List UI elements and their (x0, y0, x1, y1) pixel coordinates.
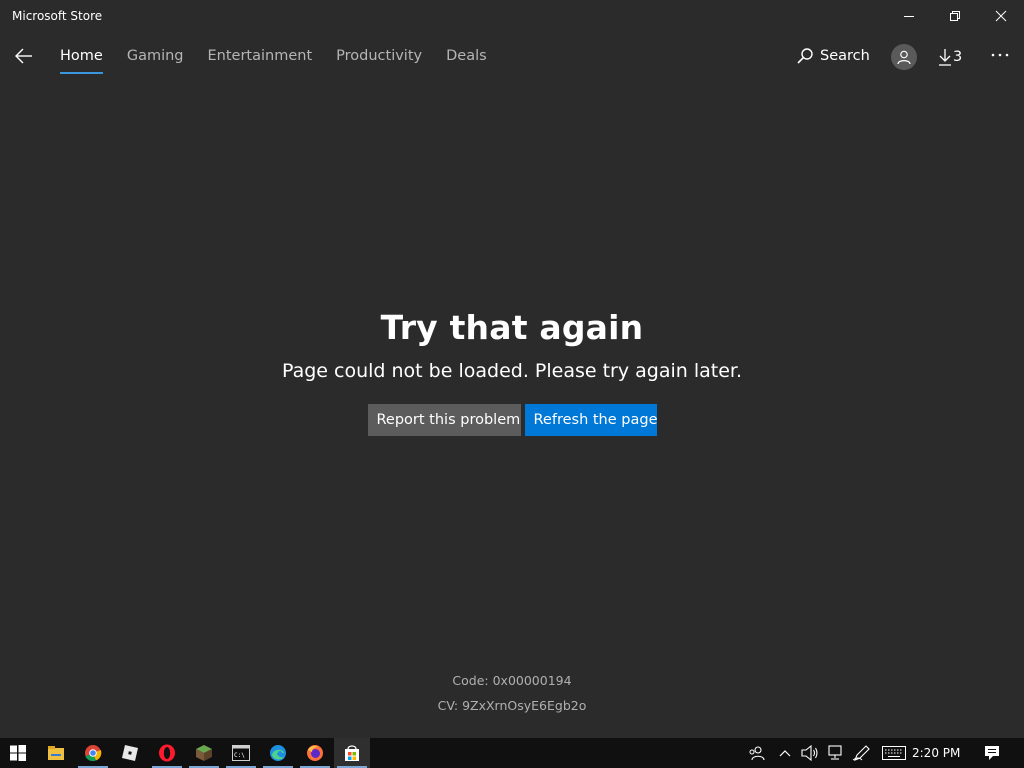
show-hidden-icons-button[interactable] (776, 738, 794, 768)
notification-icon (985, 746, 999, 760)
taskbar-microsoft-store[interactable] (334, 738, 370, 768)
roblox-icon (122, 745, 138, 761)
store-icon (345, 745, 359, 761)
pen-icon (852, 745, 870, 761)
search-label: Search (820, 48, 870, 64)
title-bar: Microsoft Store (0, 0, 1024, 32)
touch-keyboard-button[interactable] (880, 738, 908, 768)
taskbar-minecraft[interactable] (186, 738, 222, 768)
search-icon (797, 48, 813, 64)
windows-logo-icon (10, 745, 26, 761)
back-button[interactable] (8, 38, 40, 74)
more-options-icon (991, 53, 1009, 57)
pen-workspace-button[interactable] (850, 738, 872, 768)
taskbar-opera[interactable] (149, 738, 185, 768)
close-icon (995, 10, 1007, 22)
people-button[interactable] (746, 738, 768, 768)
downloads-count: 3 (953, 49, 963, 65)
chrome-icon (85, 745, 102, 762)
tab-gaming[interactable]: Gaming (127, 32, 184, 80)
downloads-button[interactable]: 3 (938, 44, 962, 70)
window-title: Microsoft Store (12, 9, 103, 23)
minecraft-icon (196, 745, 212, 761)
back-arrow-icon (15, 48, 32, 64)
more-options-button[interactable] (986, 42, 1014, 68)
download-icon (939, 49, 951, 66)
taskbar: C:\ 2:20 PM (0, 738, 1024, 768)
tab-entertainment[interactable]: Entertainment (208, 32, 313, 80)
user-icon (897, 50, 911, 65)
start-button[interactable] (0, 738, 36, 768)
tab-home[interactable]: Home (60, 32, 103, 80)
error-message: Page could not be loaded. Please try aga… (281, 360, 743, 382)
network-icon (828, 745, 842, 760)
taskbar-command-prompt[interactable]: C:\ (223, 738, 259, 768)
edge-icon (270, 745, 286, 761)
nav-tabs: Home Gaming Entertainment Productivity D… (60, 32, 511, 80)
minimize-button[interactable] (886, 0, 932, 32)
opera-icon (159, 744, 175, 762)
refresh-page-button[interactable]: Refresh the page (524, 404, 658, 436)
correlation-vector: CV: 9ZxXrnOsyE6Egb2o (437, 698, 587, 713)
network-button[interactable] (824, 738, 846, 768)
minimize-icon (904, 16, 914, 17)
people-icon (749, 746, 765, 761)
action-center-button[interactable] (980, 738, 1004, 768)
taskbar-firefox[interactable] (297, 738, 333, 768)
taskbar-clock[interactable]: 2:20 PM (912, 738, 960, 768)
keyboard-icon (882, 746, 906, 760)
restore-icon (950, 11, 960, 21)
error-code: Code: 0x00000194 (452, 673, 572, 688)
error-title: Try that again (380, 308, 644, 347)
navigation-bar: Home Gaming Entertainment Productivity D… (0, 32, 1024, 80)
taskbar-chrome[interactable] (75, 738, 111, 768)
taskbar-edge[interactable] (260, 738, 296, 768)
taskbar-roblox[interactable] (112, 738, 148, 768)
search-button[interactable]: Search (796, 40, 870, 72)
firefox-icon (307, 745, 323, 761)
command-prompt-icon: C:\ (232, 745, 250, 761)
chevron-up-icon (779, 750, 791, 757)
svg-text:C:\: C:\ (234, 752, 245, 759)
volume-button[interactable] (800, 738, 820, 768)
tab-deals[interactable]: Deals (446, 32, 487, 80)
volume-icon (801, 745, 818, 761)
error-actions: Report this problem Refresh the page (0, 404, 1024, 436)
close-button[interactable] (978, 0, 1024, 32)
account-button[interactable] (891, 44, 917, 70)
taskbar-file-explorer[interactable] (38, 738, 74, 768)
report-problem-button[interactable]: Report this problem (367, 404, 521, 436)
file-explorer-icon (48, 746, 64, 760)
restore-button[interactable] (932, 0, 978, 32)
tab-productivity[interactable]: Productivity (336, 32, 422, 80)
